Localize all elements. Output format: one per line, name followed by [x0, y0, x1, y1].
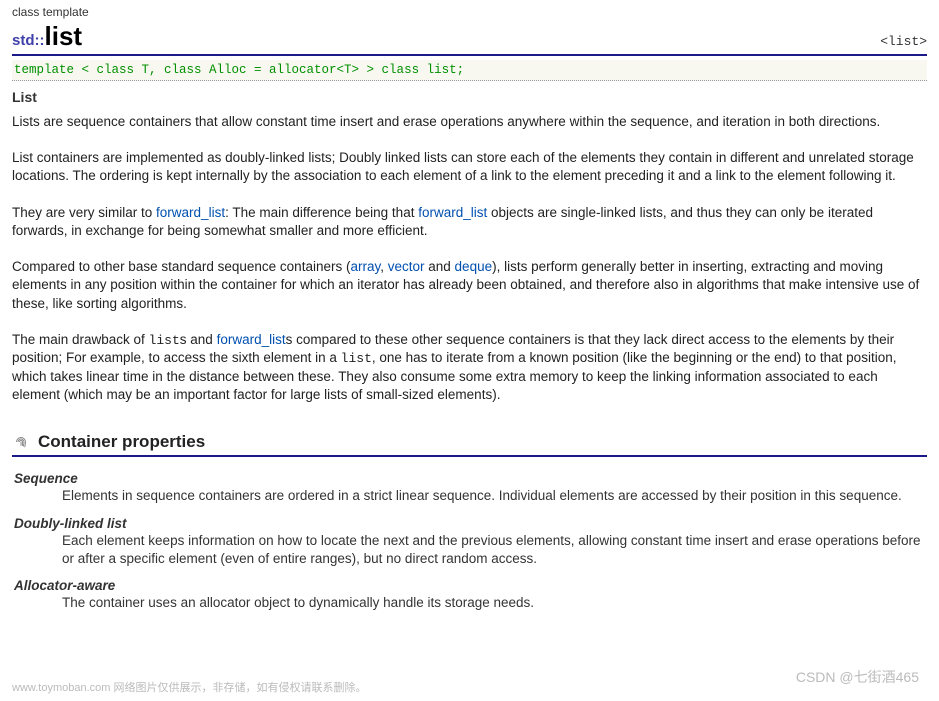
page-title-row: std::list <list> [12, 21, 927, 56]
def-term: Doubly-linked list [14, 516, 927, 531]
def-desc: Elements in sequence containers are orde… [62, 487, 927, 505]
text: s and [180, 332, 217, 347]
paragraph-forwardlist: They are very similar to forward_list: T… [12, 204, 927, 240]
forward-list-link[interactable]: forward_list [156, 205, 225, 220]
paragraph-intro-2: List containers are implemented as doubl… [12, 149, 927, 185]
text: Compared to other base standard sequence… [12, 259, 350, 274]
paragraph-compared: Compared to other base standard sequence… [12, 258, 927, 313]
def-term: Allocator-aware [14, 578, 927, 593]
def-desc: Each element keeps information on how to… [62, 532, 927, 568]
list-heading: List [12, 89, 927, 105]
watermark-right: CSDN @七街酒465 [796, 667, 919, 687]
code-list: list [149, 333, 180, 348]
def-term: Sequence [14, 471, 927, 486]
paragraph-intro-1: Lists are sequence containers that allow… [12, 113, 927, 131]
class-template-label: class template [12, 5, 927, 19]
watermark-left: www.toymoban.com 网络图片仅供展示，非存储，如有侵权请联系删除。 [12, 679, 366, 695]
text: The main drawback of [12, 332, 149, 347]
container-properties-title: Container properties [38, 432, 205, 452]
forward-list-link-3[interactable]: forward_list [217, 332, 286, 347]
array-link[interactable]: array [350, 259, 380, 274]
header-include-tag: <list> [880, 34, 927, 49]
text: and [425, 259, 455, 274]
def-desc: The container uses an allocator object t… [62, 594, 927, 612]
title-prefix: std:: [12, 32, 45, 49]
deque-link[interactable]: deque [455, 259, 493, 274]
container-properties-list: Sequence Elements in sequence containers… [14, 471, 927, 612]
vector-link[interactable]: vector [388, 259, 425, 274]
code-list-2: list [341, 351, 372, 366]
text: , [380, 259, 388, 274]
fingerprint-icon [12, 433, 30, 451]
container-properties-header: Container properties [12, 432, 927, 457]
title-name: list [45, 21, 83, 51]
forward-list-link-2[interactable]: forward_list [418, 205, 487, 220]
page-title: std::list [12, 21, 82, 52]
text: : The main difference being that [225, 205, 418, 220]
template-signature: template < class T, class Alloc = alloca… [12, 60, 927, 81]
text: They are very similar to [12, 205, 156, 220]
paragraph-drawback: The main drawback of lists and forward_l… [12, 331, 927, 405]
